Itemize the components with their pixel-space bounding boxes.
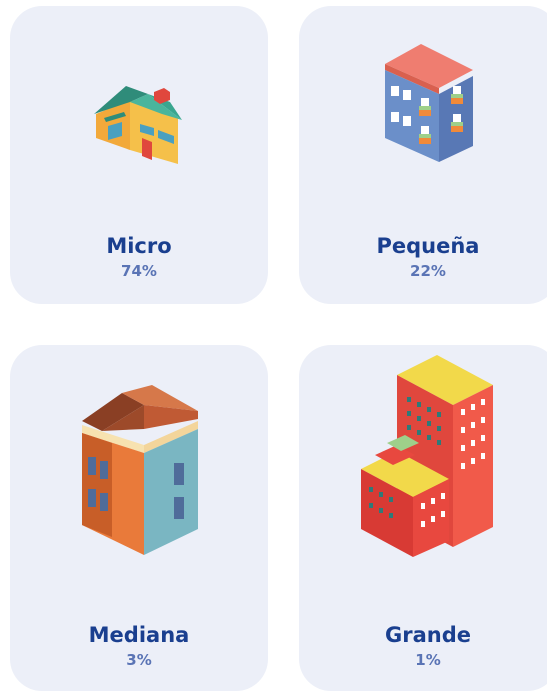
card-percent: 74% xyxy=(121,262,157,280)
card-label: Mediana xyxy=(88,623,190,647)
card-mediana: Mediana 3% xyxy=(10,345,268,691)
card-pequena: Pequeña 22% xyxy=(299,6,547,304)
townhouse-icon xyxy=(385,44,473,162)
small-house-icon xyxy=(94,86,182,164)
card-micro: Micro 74% xyxy=(10,6,268,304)
tower-building-icon xyxy=(361,355,493,557)
mid-building-icon xyxy=(82,385,198,555)
card-percent: 22% xyxy=(410,262,446,280)
card-label: Grande xyxy=(385,623,471,647)
card-percent: 1% xyxy=(415,651,441,669)
card-label: Pequeña xyxy=(376,234,480,258)
card-percent: 3% xyxy=(126,651,152,669)
card-grande: Grande 1% xyxy=(299,345,547,691)
card-label: Micro xyxy=(106,234,172,258)
